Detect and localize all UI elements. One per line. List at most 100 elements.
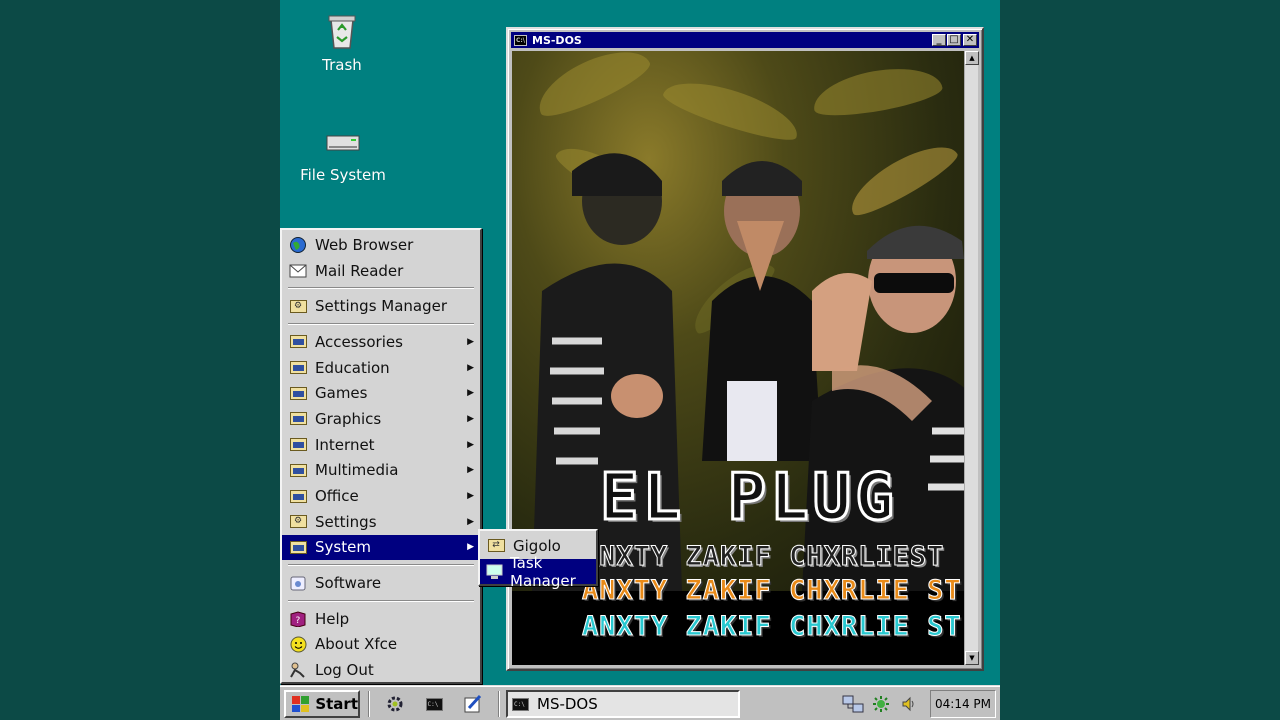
- launcher-settings-icon[interactable]: [384, 693, 406, 715]
- vertical-scrollbar[interactable]: ▲ ▼: [964, 51, 979, 665]
- menu-item-label: Graphics: [315, 409, 382, 428]
- window-title: MS-DOS: [532, 33, 582, 47]
- menu-separator: [282, 319, 480, 329]
- menu-item-label: Gigolo: [513, 536, 561, 555]
- taskbar-button-msdos[interactable]: C:\ MS-DOS: [506, 690, 740, 718]
- artists-line-2: ANXTY ZAKIF CHXRLIE ST: [582, 575, 962, 607]
- menu-item-graphics[interactable]: Graphics ▶: [282, 406, 480, 432]
- artists-line-1: ANXTY ZAKIF CHXRLIEST: [581, 541, 945, 573]
- taskbar-separator: [498, 691, 500, 717]
- menu-item-mail-reader[interactable]: Mail Reader: [282, 258, 480, 284]
- launcher-terminal-icon[interactable]: C:\: [423, 693, 445, 715]
- menu-item-education[interactable]: Education ▶: [282, 355, 480, 381]
- menu-item-software[interactable]: Software: [282, 570, 480, 596]
- menu-item-label: Accessories: [315, 332, 403, 351]
- desktop-icon-trash[interactable]: Trash: [282, 12, 402, 74]
- menu-separator: [282, 283, 480, 293]
- submenu-arrow-icon: ▶: [467, 413, 474, 424]
- menu-item-label: Mail Reader: [315, 261, 404, 280]
- menu-item-label: Settings Manager: [315, 297, 448, 316]
- submenu-arrow-icon: ▶: [467, 542, 474, 553]
- logout-icon: [288, 661, 308, 679]
- folder-icon: [288, 359, 308, 377]
- gigolo-icon: ⇄: [486, 537, 506, 555]
- menu-item-web-browser[interactable]: Web Browser: [282, 232, 480, 258]
- menu-item-label: Help: [315, 609, 350, 628]
- minimize-button[interactable]: _: [932, 34, 946, 46]
- desktop-icon-label: File System: [300, 166, 386, 184]
- menu-item-multimedia[interactable]: Multimedia ▶: [282, 458, 480, 484]
- system-tray: 04:14 PM: [836, 690, 996, 718]
- scroll-up-arrow-icon[interactable]: ▲: [965, 51, 979, 65]
- menu-item-help[interactable]: ? Help: [282, 606, 480, 632]
- smiley-icon: [288, 635, 308, 653]
- start-button[interactable]: Start: [284, 690, 360, 718]
- desktop: Trash File System C:\ MS-DOS _ □ ✕ EL PL…: [280, 0, 1000, 720]
- cmd-icon: C:\: [512, 697, 529, 711]
- menu-item-games[interactable]: Games ▶: [282, 380, 480, 406]
- taskbar-button-label: MS-DOS: [537, 695, 598, 713]
- menu-item-label: Multimedia: [315, 461, 399, 480]
- artists-line-3: ANXTY ZAKIF CHXRLIE ST: [582, 611, 962, 643]
- menu-item-label: Office: [315, 487, 359, 506]
- network-icon[interactable]: [842, 694, 864, 714]
- software-icon: [288, 574, 308, 592]
- menu-item-label: Software: [315, 574, 382, 593]
- menu-item-system[interactable]: System ▶: [282, 534, 480, 561]
- start-logo-icon: [292, 696, 310, 712]
- svg-text:?: ?: [296, 616, 301, 626]
- settings-folder-icon: ⚙: [288, 297, 308, 315]
- folder-icon: [288, 333, 308, 351]
- desktop-icon-label: Trash: [322, 56, 362, 74]
- submenu-arrow-icon: ▶: [467, 439, 474, 450]
- menu-separator: [282, 596, 480, 606]
- drive-icon: [326, 135, 360, 151]
- menu-item-label: Internet: [315, 435, 375, 454]
- menu-item-settings-manager[interactable]: ⚙ Settings Manager: [282, 293, 480, 319]
- folder-icon: [288, 538, 308, 556]
- submenu-arrow-icon: ▶: [467, 491, 474, 502]
- menu-item-label: Web Browser: [315, 235, 414, 254]
- menu-item-office[interactable]: Office ▶: [282, 483, 480, 509]
- maximize-button[interactable]: □: [947, 34, 961, 46]
- system-submenu: ⇄ Gigolo Task Manager: [478, 529, 598, 590]
- help-book-icon: ?: [288, 610, 308, 628]
- menu-separator: [282, 560, 480, 570]
- updates-icon[interactable]: [870, 694, 892, 714]
- menu-item-label: Log Out: [315, 661, 374, 680]
- scroll-down-arrow-icon[interactable]: ▼: [965, 651, 979, 665]
- submenu-arrow-icon: ▶: [467, 516, 474, 527]
- envelope-icon: [288, 262, 308, 280]
- volume-icon[interactable]: [898, 694, 920, 714]
- taskbar: Start C:\ C:\ MS-DOS 04:14 PM: [280, 686, 1000, 720]
- settings-folder-icon: ⚙: [288, 513, 308, 531]
- folder-icon: [288, 487, 308, 505]
- menu-item-task-manager[interactable]: Task Manager: [480, 554, 596, 590]
- start-button-label: Start: [315, 695, 358, 713]
- submenu-arrow-icon: ▶: [467, 336, 474, 347]
- clock[interactable]: 04:14 PM: [930, 690, 996, 718]
- folder-icon: [288, 410, 308, 428]
- menu-item-internet[interactable]: Internet ▶: [282, 432, 480, 458]
- menu-item-about-xfce[interactable]: About Xfce: [282, 632, 480, 658]
- submenu-arrow-icon: ▶: [467, 388, 474, 399]
- menu-item-label: Settings: [315, 512, 377, 531]
- folder-icon: [288, 461, 308, 479]
- folder-icon: [288, 384, 308, 402]
- menu-item-label: About Xfce: [315, 635, 398, 654]
- desktop-icon-file-system[interactable]: File System: [283, 130, 403, 184]
- taskbar-separator: [368, 691, 370, 717]
- menu-item-label: Games: [315, 384, 368, 403]
- submenu-arrow-icon: ▶: [467, 362, 474, 373]
- menu-item-settings[interactable]: ⚙ Settings ▶: [282, 509, 480, 535]
- launcher-editor-icon[interactable]: [462, 693, 484, 715]
- cmd-icon: C:\: [514, 34, 527, 46]
- menu-item-label: Education: [315, 358, 390, 377]
- folder-icon: [288, 436, 308, 454]
- window-titlebar[interactable]: C:\ MS-DOS _ □ ✕: [511, 32, 979, 48]
- close-button[interactable]: ✕: [963, 34, 977, 46]
- album-title: EL PLUG: [599, 460, 898, 537]
- menu-item-accessories[interactable]: Accessories ▶: [282, 329, 480, 355]
- menu-item-log-out[interactable]: Log Out: [282, 657, 480, 683]
- recycle-bin-icon: [328, 15, 356, 49]
